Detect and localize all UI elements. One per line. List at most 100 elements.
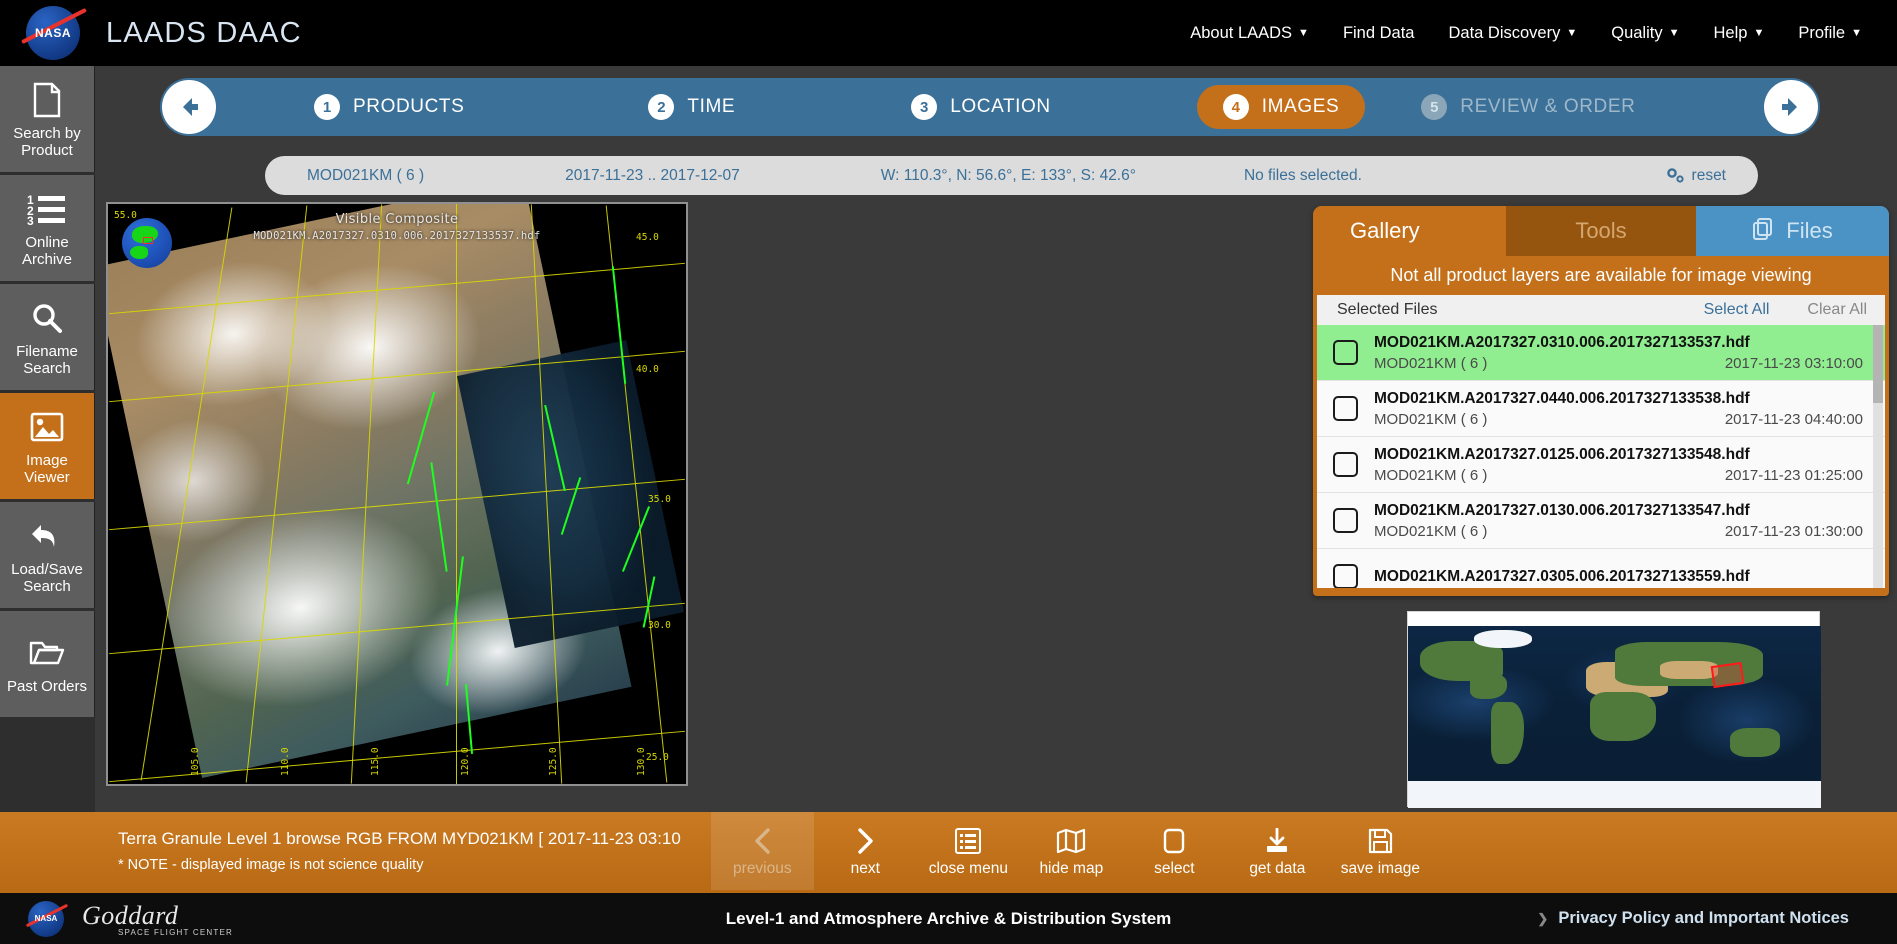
lat-label: 55.0 [114, 210, 137, 221]
sidebar-item-search-by-product[interactable]: Search by Product [0, 66, 95, 172]
privacy-policy-link[interactable]: ❯ Privacy Policy and Important Notices [1537, 909, 1849, 928]
sidebar-item-image-viewer[interactable]: Image Viewer [0, 393, 95, 499]
step-images[interactable]: 4 IMAGES [1196, 85, 1366, 129]
file-name: MOD021KM.A2017327.0440.006.2017327133538… [1374, 389, 1750, 407]
laads-daac-app: NASA LAADS DAAC About LAADS ▼ Find Data D… [0, 0, 1897, 944]
chevron-down-icon: ▼ [1753, 26, 1765, 39]
download-icon [1264, 824, 1290, 858]
step-back-button[interactable] [162, 80, 216, 134]
nasa-logo-icon[interactable]: NASA [21, 2, 87, 64]
sidebar-item-filename-search[interactable]: Filename Search [0, 284, 95, 390]
caption-note: * NOTE - displayed image is not science … [118, 857, 424, 873]
viewer-title: Visible Composite [335, 212, 459, 227]
sidebar-item-label: Online Archive [21, 233, 73, 268]
page-footer: NASA Goddard SPACE FLIGHT CENTER Level-1… [0, 890, 1897, 944]
viewer-filename: MOD021KM.A2017327.0310.006.2017327133537… [253, 230, 541, 242]
sidebar-item-past-orders[interactable]: Past Orders [0, 611, 95, 717]
numbered-list-icon: 1 2 3 [27, 189, 67, 229]
close-menu-button[interactable]: close menu [917, 812, 1020, 890]
file-checkbox[interactable] [1333, 508, 1358, 533]
file-checkbox[interactable] [1333, 564, 1358, 588]
landmass-africa [1589, 691, 1656, 741]
nav-label: Quality [1611, 23, 1663, 42]
nav-item-find-data[interactable]: Find Data [1326, 14, 1432, 53]
file-checkbox[interactable] [1333, 396, 1358, 421]
step-forward-button[interactable] [1764, 80, 1818, 134]
nav-label: Profile [1798, 23, 1846, 42]
nasa-footer-logo-icon: NASA [25, 899, 69, 939]
chevron-down-icon: ▼ [1668, 26, 1680, 39]
lat-label: 25.0 [646, 752, 669, 763]
goddard-subtitle: SPACE FLIGHT CENTER [118, 927, 233, 937]
lat-label: 45.0 [636, 232, 659, 243]
file-checkbox[interactable] [1333, 340, 1358, 365]
reset-button[interactable]: reset [1666, 167, 1726, 185]
file-list-item[interactable]: MOD021KM.A2017327.0130.006.2017327133547… [1317, 493, 1885, 549]
landmass-australia [1730, 727, 1780, 758]
gallery-note: Not all product layers are available for… [1390, 265, 1812, 285]
greenland-ice [1474, 629, 1532, 648]
get-data-button[interactable]: get data [1226, 812, 1329, 890]
summary-product[interactable]: MOD021KM ( 6 ) [289, 167, 442, 185]
goddard-logo: Goddard SPACE FLIGHT CENTER [82, 901, 233, 937]
file-list-item[interactable]: MOD021KM.A2017327.0310.006.2017327133537… [1317, 325, 1885, 381]
previous-button[interactable]: previous [710, 812, 814, 890]
nav-item-about-laads[interactable]: About LAADS ▼ [1173, 14, 1326, 53]
workflow-steps: 1 PRODUCTS 2 TIME 3 LOCATION 4 IMAGES 5 … [160, 78, 1820, 136]
step-review-and-order[interactable]: 5 REVIEW & ORDER [1395, 85, 1661, 129]
file-name: MOD021KM.A2017327.0310.006.2017327133537… [1374, 333, 1750, 351]
tab-gallery[interactable]: Gallery [1313, 206, 1506, 256]
step-label: IMAGES [1261, 96, 1340, 117]
sidebar-item-online-archive[interactable]: 1 2 3 Online Archive [0, 175, 95, 281]
nav-item-data-discovery[interactable]: Data Discovery ▼ [1431, 14, 1594, 53]
file-product: MOD021KM ( 6 ) [1374, 522, 1488, 540]
step-number: 5 [1421, 94, 1448, 120]
button-label: next [850, 860, 880, 877]
select-button[interactable]: select [1123, 812, 1226, 890]
chevron-down-icon: ▼ [1298, 26, 1309, 39]
nav-item-quality[interactable]: Quality ▼ [1594, 14, 1696, 53]
step-location[interactable]: 3 LOCATION [885, 85, 1077, 129]
tab-tools[interactable]: Tools [1506, 206, 1696, 256]
clear-all-button[interactable]: Clear All [1807, 301, 1873, 319]
nasa-wordmark: NASA [34, 913, 58, 923]
nav-item-help[interactable]: Help ▼ [1697, 14, 1782, 53]
checkbox-icon [1163, 824, 1185, 858]
step-label: REVIEW & ORDER [1460, 96, 1636, 117]
file-list-scrollbar[interactable] [1873, 325, 1883, 588]
button-label: hide map [1039, 860, 1104, 877]
nav-item-profile[interactable]: Profile ▼ [1781, 14, 1879, 53]
undo-arrow-icon [30, 516, 64, 556]
world-map-thumbnail[interactable] [1407, 611, 1821, 808]
save-image-button[interactable]: save image [1329, 812, 1432, 890]
step-time[interactable]: 2 TIME [622, 85, 761, 129]
bottom-toolbar: Terra Granule Level 1 browse RGB FROM MY… [0, 812, 1897, 890]
nav-label: Help [1713, 23, 1748, 42]
tab-files[interactable]: Files [1696, 206, 1889, 256]
floppy-disk-icon [1368, 824, 1393, 858]
next-button[interactable]: next [814, 812, 917, 890]
lon-label: 125.0 [548, 747, 559, 776]
sidebar-item-load-save-search[interactable]: Load/Save Search [0, 502, 95, 608]
step-products[interactable]: 1 PRODUCTS [288, 85, 490, 129]
file-list-item[interactable]: MOD021KM.A2017327.0305.006.2017327133559… [1317, 549, 1885, 588]
document-icon [32, 80, 62, 120]
file-list-item[interactable]: MOD021KM.A2017327.0440.006.2017327133538… [1317, 381, 1885, 437]
nav-label: Data Discovery [1448, 23, 1561, 42]
chevron-down-icon: ▼ [1851, 26, 1862, 39]
top-header: NASA LAADS DAAC About LAADS ▼ Find Data D… [0, 0, 1897, 66]
select-all-button[interactable]: Select All [1704, 301, 1770, 319]
aoi-bounding-box[interactable] [1710, 662, 1745, 689]
satellite-granule-image[interactable]: Visible Composite MOD021KM.A2017327.0310… [108, 204, 686, 784]
summary-time-range[interactable]: 2017-11-23 .. 2017-12-07 [547, 167, 758, 185]
summary-location[interactable]: W: 110.3°, N: 56.6°, E: 133°, S: 42.6° [863, 167, 1154, 185]
graticule-line [456, 204, 457, 784]
file-list-item[interactable]: MOD021KM.A2017327.0125.006.2017327133548… [1317, 437, 1885, 493]
gallery-tabs: Gallery Tools Files [1313, 206, 1889, 256]
file-date: 2017-11-23 01:30:00 [1724, 522, 1863, 540]
hide-map-button[interactable]: hide map [1020, 812, 1123, 890]
image-viewer-panel[interactable]: Visible Composite MOD021KM.A2017327.0310… [106, 202, 688, 786]
summary-files-status[interactable]: No files selected. [1226, 167, 1380, 185]
scrollbar-thumb[interactable] [1873, 325, 1883, 403]
file-checkbox[interactable] [1333, 452, 1358, 477]
